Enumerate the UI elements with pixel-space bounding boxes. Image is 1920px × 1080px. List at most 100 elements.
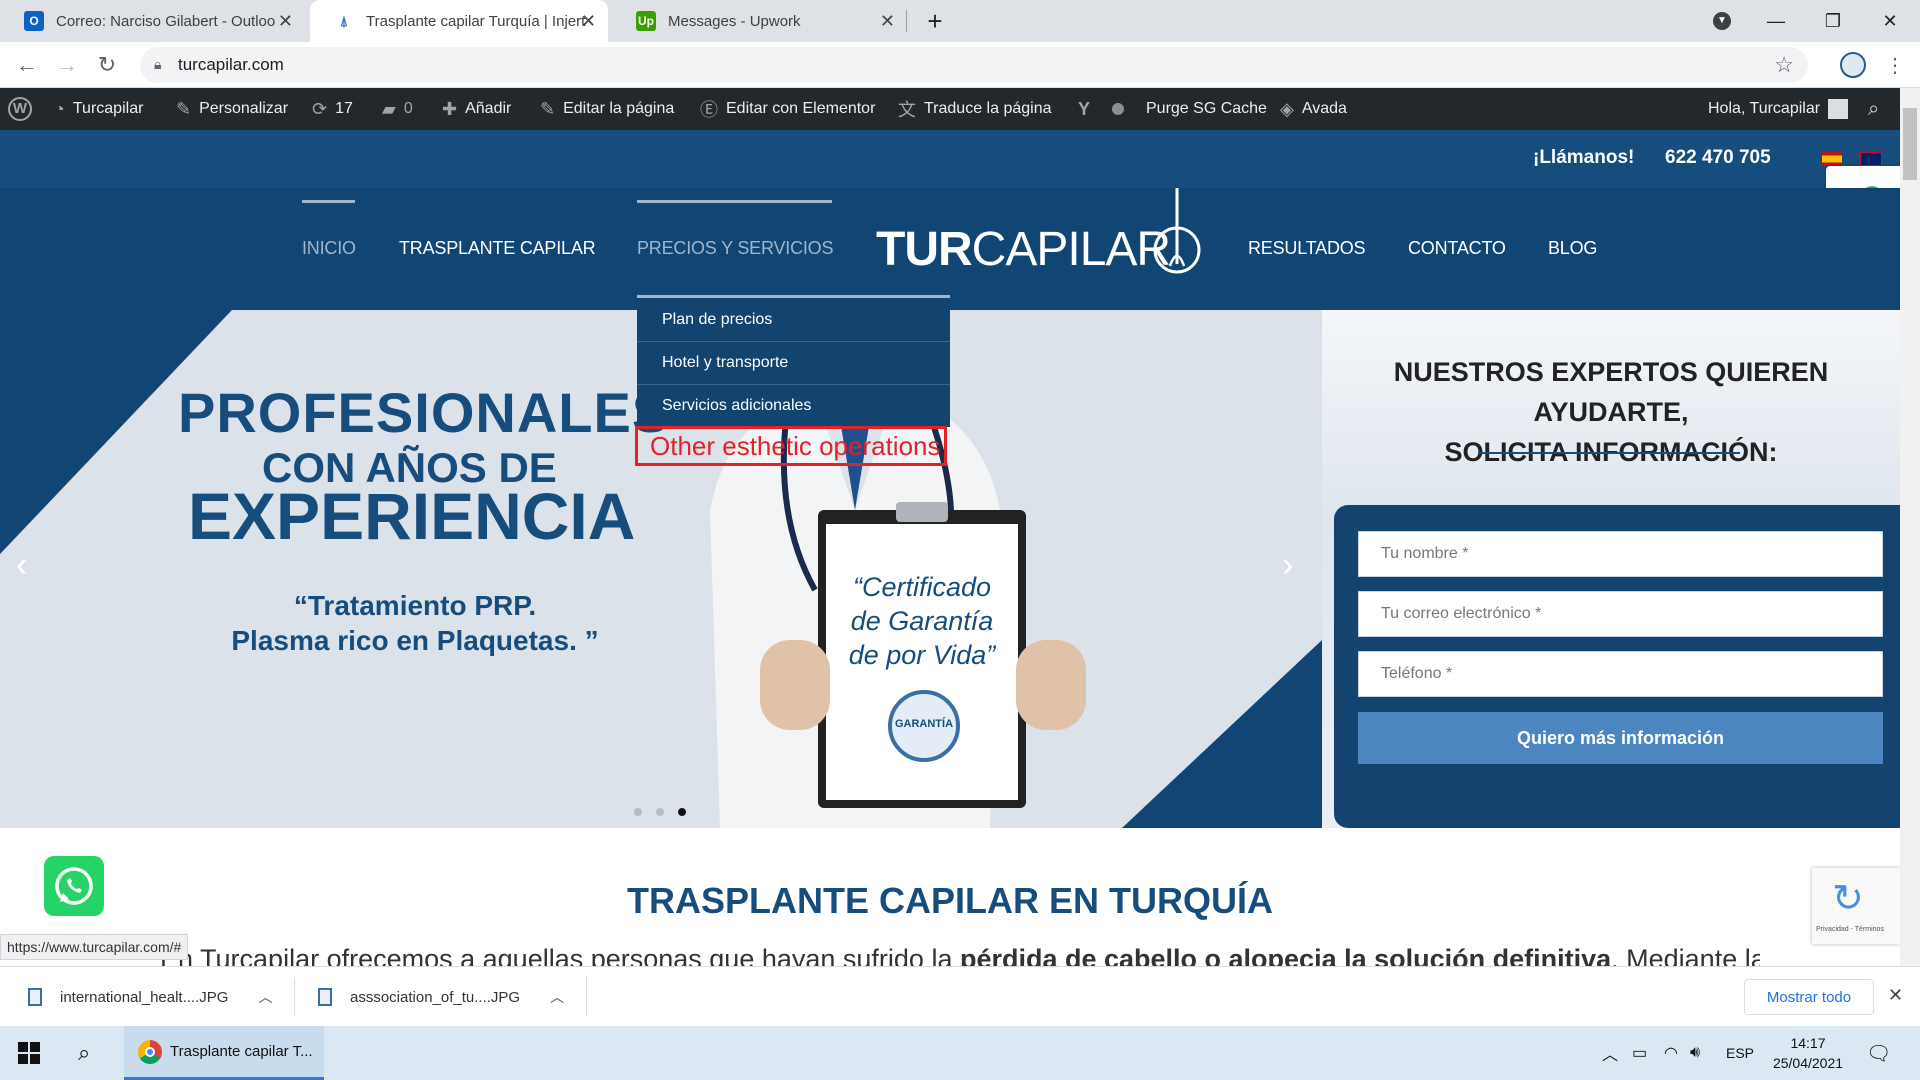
back-icon[interactable]: ←: [12, 50, 42, 80]
hero-quote: “Tratamiento PRP. Plasma rico en Plaquet…: [0, 588, 830, 658]
taskbar-search-icon[interactable]: ⌕: [78, 1026, 90, 1080]
clipboard: “Certificado de Garantía de por Vida” GA…: [818, 502, 1026, 808]
dashboard-icon: ◔: [54, 98, 65, 119]
phone-link[interactable]: 622 470 705: [1665, 147, 1771, 169]
chevron-up-icon[interactable]: ︿: [258, 987, 272, 1007]
clock[interactable]: 14:17 25/04/2021: [1768, 1026, 1848, 1080]
updates-link[interactable]: ⟳ 17: [312, 88, 353, 130]
dropdown-plan-precios[interactable]: Plan de precios: [637, 298, 950, 341]
recaptcha-text[interactable]: Privacidad - Términos: [1816, 926, 1884, 933]
elementor-link[interactable]: Ⓔ Editar con Elementor: [700, 88, 875, 130]
wifi-icon[interactable]: ◠: [1664, 1026, 1678, 1080]
download-item-2[interactable]: asssociation_of_tu....JPG ︿: [318, 967, 564, 1027]
purge-cache-link[interactable]: Purge SG Cache: [1146, 88, 1267, 130]
battery-icon[interactable]: ▭: [1632, 1026, 1647, 1080]
close-tab-icon[interactable]: ✕: [880, 11, 895, 32]
tab-upwork[interactable]: Up Messages - Upwork ✕: [612, 0, 907, 42]
tab-outlook[interactable]: O Correo: Narciso Gilabert - Outloo ✕: [0, 0, 305, 42]
turcapilar-icon: ⍋: [334, 11, 354, 31]
logo-light: CAPILAR: [971, 223, 1171, 276]
recaptcha-icon: ↻: [1832, 878, 1864, 920]
translate-link[interactable]: 文 Traduce la página: [898, 88, 1052, 130]
url-text[interactable]: turcapilar.com: [178, 55, 284, 75]
comment-icon: ▰: [382, 98, 396, 119]
call-label: ¡Llámanos!: [1533, 147, 1635, 168]
close-tab-icon[interactable]: ✕: [278, 11, 293, 32]
avada-link[interactable]: ◈ Avada: [1280, 88, 1347, 130]
menu-icon[interactable]: ⋮: [1880, 50, 1910, 80]
status-bar-url: https://www.turcapilar.com/#: [0, 934, 189, 960]
english-flag-icon[interactable]: [1860, 152, 1882, 166]
nav-precios[interactable]: PRECIOS Y SERVICIOS: [637, 238, 833, 259]
section-title: TRASPLANTE CAPILAR EN TURQUÍA: [627, 880, 1273, 921]
prev-slide-icon[interactable]: ‹: [16, 546, 27, 585]
recaptcha-badge[interactable]: ↻ Privacidad - Términos: [1812, 868, 1900, 944]
site-logo[interactable]: TURCAPILAR: [876, 222, 1171, 277]
reload-icon[interactable]: ↻: [92, 50, 122, 80]
site-name-link[interactable]: ◔ Turcapilar: [54, 88, 143, 130]
tray-chevron-icon[interactable]: ︿: [1602, 1026, 1618, 1080]
yoast-glyph: Y: [1078, 98, 1091, 119]
customize-link[interactable]: ✎ Personalizar: [176, 88, 288, 130]
next-slide-icon[interactable]: ›: [1282, 546, 1293, 585]
nav-blog[interactable]: BLOG: [1548, 238, 1597, 259]
user-avatar: [1828, 99, 1849, 119]
spanish-flag-icon[interactable]: [1822, 152, 1842, 166]
download-item-1[interactable]: international_healt....JPG ︿: [28, 967, 272, 1027]
elementor-label: Editar con Elementor: [726, 100, 876, 117]
nav-contacto[interactable]: CONTACTO: [1408, 238, 1506, 259]
logo-bold: TUR: [876, 223, 973, 276]
comments-link[interactable]: ▰ 0: [382, 88, 413, 130]
new-tab-button[interactable]: +: [905, 0, 965, 42]
phone-field[interactable]: Teléfono *: [1358, 651, 1883, 697]
show-all-button[interactable]: Mostrar todo: [1744, 979, 1874, 1015]
purge-label: Purge SG Cache: [1146, 100, 1267, 117]
add-new-link[interactable]: ✚ Añadir: [442, 88, 511, 130]
nav-trasplante[interactable]: TRASPLANTE CAPILAR: [399, 238, 596, 259]
language-indicator[interactable]: ESP: [1726, 1026, 1754, 1080]
wordpress-icon[interactable]: W: [8, 88, 32, 130]
windows-start-icon[interactable]: [18, 1026, 40, 1080]
close-downloads-icon[interactable]: ✕: [1888, 985, 1903, 1006]
status-dot-icon: [1112, 88, 1124, 130]
forward-icon[interactable]: →: [52, 50, 82, 80]
profile-avatar[interactable]: [1838, 50, 1868, 80]
dropdown-hotel-transporte[interactable]: Hotel y transporte: [637, 341, 950, 384]
tab-search-icon[interactable]: ▼: [1692, 0, 1752, 42]
address-bar[interactable]: 🔒︎ turcapilar.com ☆: [140, 47, 1808, 83]
comments-count: 0: [403, 100, 413, 117]
bookmark-star-icon[interactable]: ☆: [1774, 52, 1794, 78]
nav-inicio[interactable]: INICIO: [302, 238, 356, 259]
restore-icon[interactable]: ❐: [1803, 0, 1863, 42]
plus-icon: ✚: [442, 98, 458, 119]
edit-page-link[interactable]: ✎ Editar la página: [540, 88, 674, 130]
updates-icon: ⟳: [312, 98, 328, 119]
page-scrollbar[interactable]: [1900, 88, 1920, 966]
slide-dot-1[interactable]: [634, 808, 642, 816]
notifications-icon[interactable]: 🗨︎: [1866, 1026, 1891, 1080]
volume-icon[interactable]: 🔊︎: [1690, 1026, 1700, 1080]
annotation-other-operations: Other esthetic operations: [635, 426, 947, 466]
scrollbar-thumb[interactable]: [1903, 108, 1917, 180]
dropdown-servicios-adicionales[interactable]: Servicios adicionales: [637, 384, 950, 427]
slide-dot-2[interactable]: [656, 808, 664, 816]
nav-resultados[interactable]: RESULTADOS: [1248, 238, 1366, 259]
slide-dot-3[interactable]: [678, 808, 686, 816]
clipboard-line-3: de por Vida”: [848, 640, 996, 670]
yoast-icon[interactable]: Y: [1078, 88, 1098, 130]
chevron-up-icon[interactable]: ︿: [550, 987, 564, 1007]
tab-turcapilar[interactable]: ⍋ Trasplante capilar Turquía | Injert ✕: [310, 0, 608, 42]
name-field[interactable]: Tu nombre *: [1358, 531, 1883, 577]
search-icon[interactable]: ⌕: [1868, 88, 1879, 130]
customize-label: Personalizar: [199, 100, 289, 117]
account-menu[interactable]: Hola, Turcapilar: [1708, 88, 1849, 130]
hero-line-3: EXPERIENCIA: [188, 479, 636, 553]
close-window-icon[interactable]: ✕: [1860, 0, 1920, 42]
submit-button[interactable]: Quiero más información: [1358, 712, 1883, 764]
taskbar-chrome-app[interactable]: Trasplante capilar T...: [124, 1026, 324, 1080]
close-tab-icon[interactable]: ✕: [581, 11, 596, 32]
download-filename: asssociation_of_tu....JPG: [350, 988, 521, 1006]
email-field[interactable]: Tu correo electrónico *: [1358, 591, 1883, 637]
hero-quote-line-2: Plasma rico en Plaquetas. ”: [231, 625, 599, 656]
minimize-icon[interactable]: —: [1746, 0, 1806, 42]
